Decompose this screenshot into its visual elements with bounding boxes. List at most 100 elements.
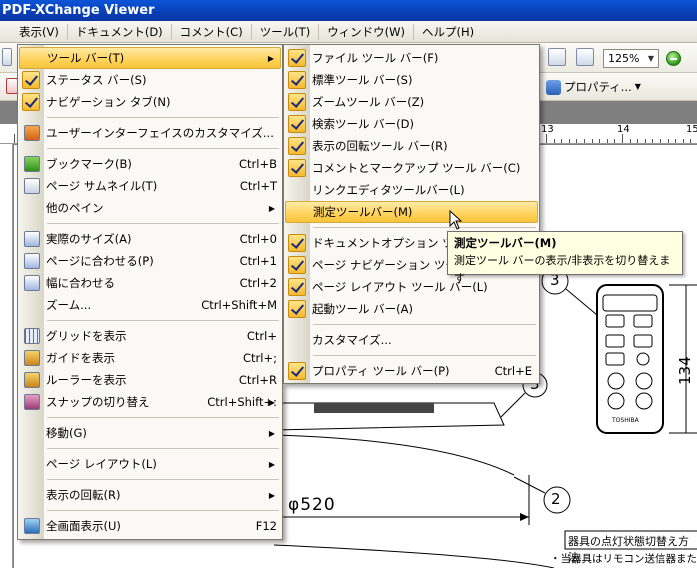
menu-view[interactable]: 表示(V): [12, 22, 66, 42]
menu-item[interactable]: ズームツール バー(Z): [285, 91, 538, 113]
customize-icon: [24, 125, 40, 141]
checkmark-icon: [288, 256, 306, 274]
menu-comment[interactable]: コメント(C): [173, 22, 250, 42]
fit-page-icon[interactable]: [548, 48, 566, 66]
menu-separator: [47, 417, 279, 418]
checkmark-icon: [288, 362, 306, 380]
ruler-tick: [675, 139, 676, 143]
menu-item[interactable]: ページ レイアウト(L) ▶: [19, 453, 281, 475]
menu-item[interactable]: 幅に合わせる Ctrl+2: [19, 272, 281, 294]
menu-help[interactable]: ヘルプ(H): [415, 22, 481, 42]
mouse-cursor-icon: [449, 210, 463, 230]
print-icon[interactable]: [2, 48, 12, 66]
ruler-tick: [546, 134, 547, 143]
menu-item[interactable]: 起動ツール バー(A): [285, 298, 538, 320]
menu-item-label: 実際のサイズ(A): [46, 232, 132, 246]
vertical-ruler[interactable]: [0, 144, 13, 568]
menu-tools[interactable]: ツール(T): [253, 22, 318, 42]
menu-item[interactable]: ナビゲーション タブ(N): [19, 91, 281, 113]
submenu-arrow-icon: ▶: [268, 428, 275, 438]
menu-shortcut: Ctrl+R: [238, 373, 277, 387]
menu-item-label: リンクエディタツールバー(L): [312, 183, 465, 197]
menu-item-label: ステータス バー(S): [46, 73, 147, 87]
ruler-tick: [614, 139, 615, 143]
menu-item[interactable]: 検索ツール バー(D): [285, 113, 538, 135]
menu-item[interactable]: プロパティ ツール バー(P) Ctrl+E: [285, 360, 538, 382]
menu-separator: [66, 23, 68, 40]
menu-item[interactable]: ファイル ツール バー(F): [285, 47, 538, 69]
ruler-number: 15: [686, 124, 697, 135]
menu-window[interactable]: ウィンドウ(W): [320, 22, 412, 42]
menu-item-label: 移動(G): [46, 426, 87, 440]
menu-item[interactable]: 標準ツール バー(S): [285, 69, 538, 91]
ruler-tick: [637, 139, 638, 143]
menu-item[interactable]: ユーザーインターフェイスのカスタマイズ...: [19, 122, 281, 144]
menu-item[interactable]: ルーラーを表示 Ctrl+R: [19, 369, 281, 391]
menu-item[interactable]: ページに合わせる(P) Ctrl+1: [19, 250, 281, 272]
note-line: ・当器具はリモコン送信器または壁ス: [550, 553, 697, 565]
chevron-down-icon[interactable]: ▼: [645, 51, 657, 66]
menu-separator: [47, 117, 279, 118]
menu-item[interactable]: ステータス バー(S): [19, 69, 281, 91]
menu-item-label: 幅に合わせる: [46, 276, 115, 290]
ruler-icon: [24, 372, 40, 388]
menu-shortcut: Ctrl+1: [239, 254, 277, 268]
window-title-bar[interactable]: PDF-XChange Viewer: [0, 0, 697, 21]
ruler-number: 14: [617, 124, 630, 135]
menu-item[interactable]: 実際のサイズ(A) Ctrl+0: [19, 228, 281, 250]
ruler-tick: [683, 139, 684, 143]
menu-item[interactable]: ズーム... Ctrl+Shift+M: [19, 294, 281, 316]
ruler-tick: [592, 139, 593, 143]
window-title: PDF-XChange Viewer: [2, 3, 155, 18]
menu-item[interactable]: 全画面表示(U) F12: [19, 515, 281, 537]
menu-separator: [250, 23, 252, 40]
menu-separator: [413, 23, 415, 40]
submenu-arrow-icon: ▶: [267, 53, 274, 63]
properties-button[interactable]: プロパティ... ▼: [546, 78, 641, 96]
actual-size-icon: [24, 231, 40, 247]
menu-item[interactable]: 移動(G) ▶: [19, 422, 281, 444]
ruler-tick: [554, 139, 555, 143]
menu-item-label: ページ レイアウト(L): [46, 457, 157, 471]
properties-icon: [546, 79, 561, 95]
menu-item[interactable]: グリッドを表示 Ctrl+: [19, 325, 281, 347]
fit-page-icon: [24, 253, 40, 269]
height-dimension: 134: [676, 356, 694, 385]
menu-item-label: ページ サムネイル(T): [46, 179, 158, 193]
menu-item[interactable]: スナップの切り替え Ctrl+Shift+: ▶: [19, 391, 281, 413]
zoom-out-icon[interactable]: [666, 51, 681, 66]
menu-item[interactable]: ブックマーク(B) Ctrl+B: [19, 153, 281, 175]
menu-item-label: 他のペイン: [46, 201, 104, 215]
menu-separator: [47, 448, 279, 449]
menu-item[interactable]: コメントとマークアップ ツール バー(C): [285, 157, 538, 179]
menu-item[interactable]: 表示の回転ツール バー(R): [285, 135, 538, 157]
menu-item[interactable]: 表示の回転(R) ▶: [19, 484, 281, 506]
menu-separator: [47, 148, 279, 149]
ruler-tick: [599, 139, 600, 143]
menu-separator: [318, 23, 320, 40]
checkmark-icon: [288, 234, 306, 252]
menu-item-label: グリッドを表示: [46, 329, 127, 343]
menu-item[interactable]: ガイドを表示 Ctrl+;: [19, 347, 281, 369]
view-menu: ツール バー(T) ▶ ステータス バー(S) ナビゲーション タブ(N) ユーザーイン…: [17, 44, 283, 540]
menu-item[interactable]: リンクエディタツールバー(L): [285, 179, 538, 201]
ruler-tick: [584, 139, 585, 143]
submenu-arrow-icon: ▶: [268, 459, 275, 469]
ruler-tick: [569, 139, 570, 143]
fit-width-icon[interactable]: [576, 48, 594, 66]
zoom-combo[interactable]: 125% ▼: [603, 49, 659, 68]
menu-shortcut: Ctrl+B: [239, 157, 277, 171]
menu-item-label: ファイル ツール バー(F): [312, 51, 439, 65]
checkmark-icon: [288, 278, 306, 296]
menu-separator: [47, 510, 279, 511]
menu-item[interactable]: ツール バー(T) ▶: [19, 47, 281, 69]
menu-item[interactable]: ページ サムネイル(T) Ctrl+T: [19, 175, 281, 197]
tooltip-title: 測定ツールバー(M): [454, 236, 557, 250]
menu-item[interactable]: 他のペイン ▶: [19, 197, 281, 219]
menu-document[interactable]: ドキュメント(D): [69, 22, 170, 42]
menu-item[interactable]: 測定ツールバー(M): [285, 201, 538, 223]
ruler-tick: [14, 134, 15, 143]
checkmark-icon: [288, 49, 306, 67]
menu-item-label: 表示の回転(R): [46, 488, 121, 502]
menu-item[interactable]: カスタマイズ...: [285, 329, 538, 351]
